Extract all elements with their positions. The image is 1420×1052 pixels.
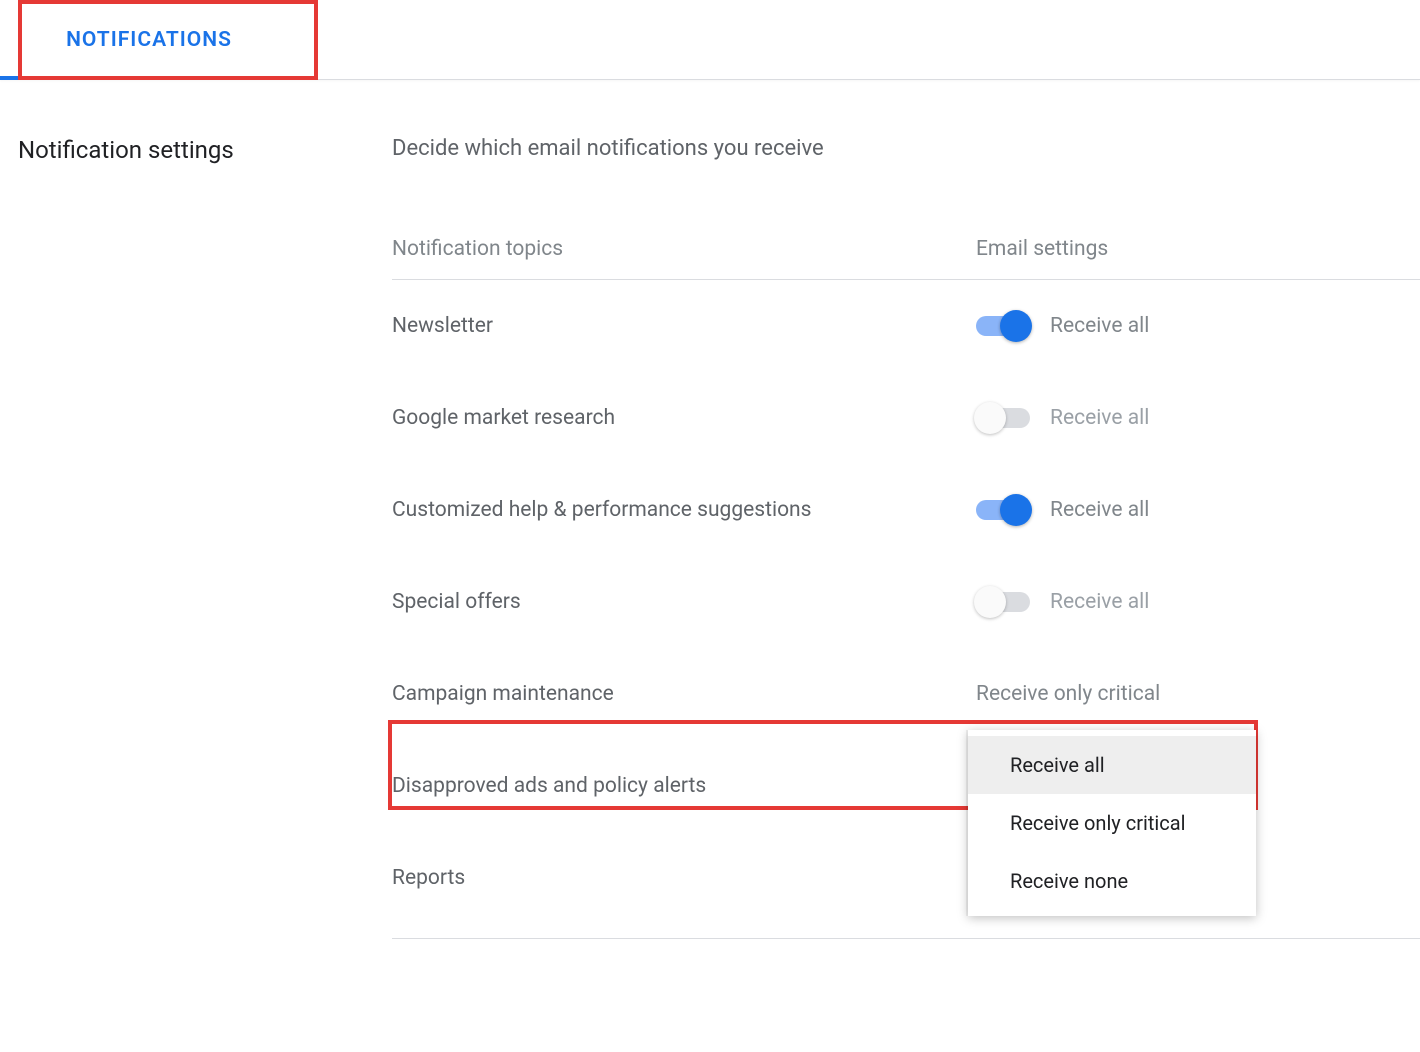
tab-bar: Notifications [0, 0, 1420, 80]
divider [392, 938, 1420, 939]
sidebar: Notification settings [0, 136, 392, 939]
topic-label: Customized help & performance suggestion… [392, 498, 976, 522]
email-setting-text: Receive all [1050, 314, 1149, 338]
email-setting-cell: Receive all [976, 406, 1149, 430]
toggle-newsletter[interactable] [976, 316, 1030, 336]
topic-label: Disapproved ads and policy alerts [392, 774, 976, 798]
topic-row-special-offers: Special offers Receive all [392, 556, 1420, 648]
page-title: Notification settings [18, 136, 392, 164]
email-setting-text: Receive all [1050, 590, 1149, 614]
topic-row-campaign-maintenance: Campaign maintenance Receive only critic… [392, 648, 1420, 740]
topic-row-reports: Reports [392, 832, 1420, 924]
column-header-email: Email settings [976, 237, 1108, 261]
page-subtitle: Decide which email notifications you rec… [392, 136, 1420, 161]
tab-notifications[interactable]: Notifications [0, 0, 298, 80]
toggle-customized-help[interactable] [976, 500, 1030, 520]
dropdown-option-receive-only-critical[interactable]: Receive only critical [968, 794, 1256, 852]
toggle-special-offers[interactable] [976, 592, 1030, 612]
email-setting-text: Receive all [1050, 498, 1149, 522]
email-setting-cell[interactable]: Receive only critical [976, 682, 1160, 706]
email-setting-dropdown: Receive all Receive only critical Receiv… [968, 730, 1256, 916]
topic-row-disapproved-ads: Disapproved ads and policy alerts [392, 740, 1420, 832]
dropdown-option-receive-none[interactable]: Receive none [968, 852, 1256, 910]
email-setting-cell: Receive all [976, 314, 1149, 338]
tab-label: Notifications [66, 28, 232, 52]
main-panel: Decide which email notifications you rec… [392, 136, 1420, 939]
tab-active-indicator [0, 76, 298, 80]
toggle-knob [974, 586, 1006, 618]
topic-row-customized-help: Customized help & performance suggestion… [392, 464, 1420, 556]
topic-label: Campaign maintenance [392, 682, 976, 706]
topic-row-newsletter: Newsletter Receive all [392, 280, 1420, 372]
topic-label: Google market research [392, 406, 976, 430]
topic-row-market-research: Google market research Receive all [392, 372, 1420, 464]
columns-header: Notification topics Email settings [392, 237, 1420, 280]
column-header-topics: Notification topics [392, 237, 976, 261]
toggle-knob [1000, 494, 1032, 526]
email-setting-text: Receive only critical [976, 682, 1160, 706]
dropdown-option-receive-all[interactable]: Receive all [968, 736, 1256, 794]
toggle-knob [1000, 310, 1032, 342]
email-setting-cell: Receive all [976, 498, 1149, 522]
topic-label: Reports [392, 866, 976, 890]
email-setting-cell: Receive all [976, 590, 1149, 614]
topic-label: Newsletter [392, 314, 976, 338]
toggle-market-research[interactable] [976, 408, 1030, 428]
topic-label: Special offers [392, 590, 976, 614]
email-setting-text: Receive all [1050, 406, 1149, 430]
toggle-knob [974, 402, 1006, 434]
